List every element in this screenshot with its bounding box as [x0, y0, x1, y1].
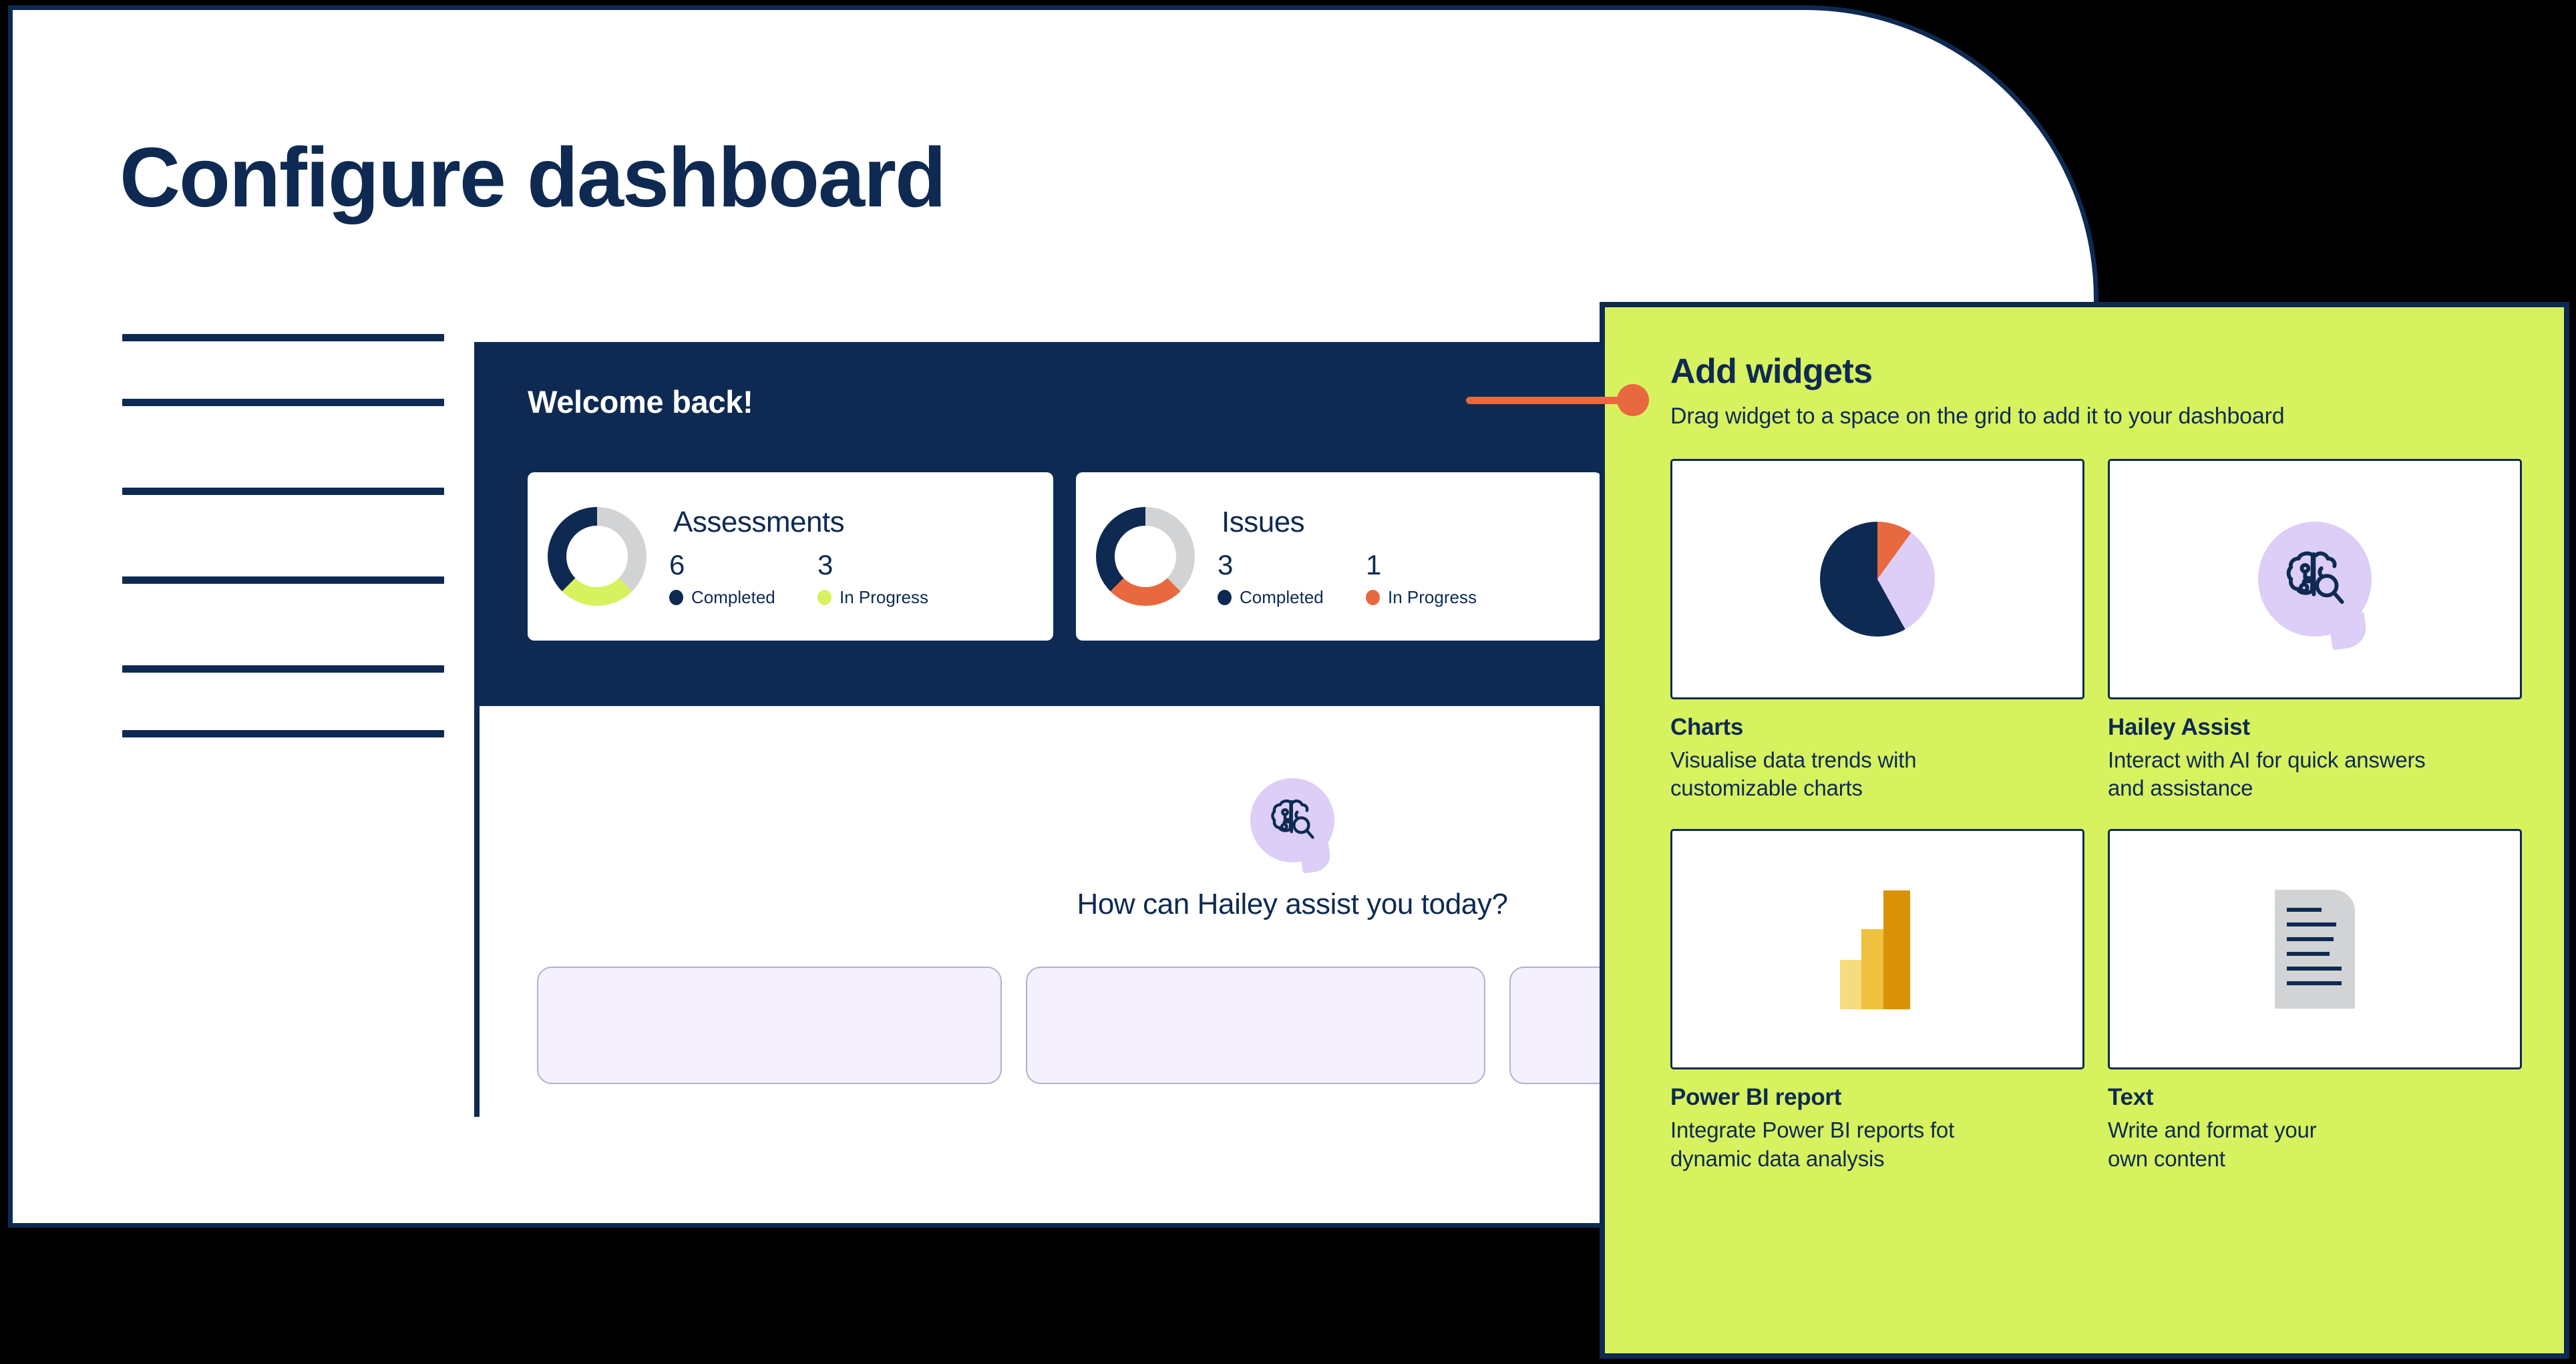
widget-description: Visualise data trends with customizable …: [1670, 747, 1917, 801]
metric-value: 3: [1218, 548, 1234, 580]
legend-dot-completed-icon: [669, 589, 683, 605]
screenshot-stage: Configure dashboard Welcome back! Assess…: [0, 0, 2576, 1364]
widget-card-charts[interactable]: Charts Visualise data trends with custom…: [1670, 459, 2084, 802]
widget-thumbnail: [1670, 459, 2084, 699]
brain-search-icon: [2258, 522, 2372, 637]
metric-completed: 6 Completed: [669, 548, 817, 608]
metric-label: In Progress: [1388, 586, 1477, 607]
pie-chart-icon: [1820, 522, 1935, 637]
widget-title: Power BI report: [1670, 1084, 1842, 1111]
metric-value: 1: [1366, 548, 1382, 580]
widget-title: Hailey Assist: [2108, 714, 2250, 740]
widget-thumbnail: [2108, 829, 2522, 1070]
callout-connector-line: [1466, 397, 1633, 404]
stat-card-title: Assessments: [673, 505, 845, 538]
metric-completed: 3 Completed: [1218, 548, 1366, 608]
sidebar-skeleton-line: [122, 488, 444, 495]
metric-label: Completed: [691, 586, 775, 607]
add-widgets-title: Add widgets: [1670, 352, 1873, 391]
sidebar-skeleton: [122, 334, 444, 737]
add-widgets-subtitle: Drag widget to a space on the grid to ad…: [1670, 403, 2285, 429]
assessments-donut-chart: [548, 507, 647, 606]
sidebar-skeleton-line: [122, 576, 444, 584]
document-lines-icon: [2275, 890, 2355, 1009]
widget-thumbnail: [2108, 459, 2522, 699]
legend-dot-in-progress-icon: [1366, 589, 1380, 605]
metric-value: 3: [817, 548, 834, 580]
power-bi-bars-icon: [1840, 889, 1915, 1010]
sidebar-skeleton-line: [122, 399, 444, 406]
stat-card-assessments[interactable]: Assessments 6 Completed 3 In Progress: [528, 472, 1053, 641]
suggestion-chip[interactable]: [1026, 967, 1485, 1084]
add-widgets-panel: Add widgets Drag widget to a space on th…: [1600, 302, 2569, 1359]
widget-description: Interact with AI for quick answers and a…: [2108, 747, 2426, 801]
widget-description: Integrate Power BI reports fot dynamic d…: [1670, 1118, 1955, 1171]
legend-dot-completed-icon: [1218, 589, 1232, 605]
welcome-title: Welcome back!: [528, 384, 753, 419]
metric-in-progress: 3 In Progress: [817, 548, 966, 608]
assist-question: How can Hailey assist you today?: [1077, 888, 1508, 920]
widget-grid: Charts Visualise data trends with custom…: [1670, 459, 2532, 1173]
widget-description: Write and format your own content: [2108, 1118, 2317, 1171]
metric-label: Completed: [1240, 586, 1324, 607]
stat-card-row: Assessments 6 Completed 3 In Progress Is…: [528, 472, 1602, 641]
widget-card-power-bi-report[interactable]: Power BI report Integrate Power BI repor…: [1670, 829, 2084, 1172]
stat-card-issues[interactable]: Issues 3 Completed 1 In Progress: [1076, 472, 1602, 641]
metric-value: 6: [669, 548, 685, 580]
sidebar-skeleton-line: [122, 730, 444, 737]
widget-thumbnail: [1670, 829, 2084, 1070]
sidebar-skeleton-line: [122, 334, 444, 341]
metric-label: In Progress: [840, 586, 928, 607]
page-title: Configure dashboard: [120, 130, 946, 224]
stat-card-title: Issues: [1222, 505, 1305, 538]
brain-search-icon: [1250, 778, 1334, 862]
sidebar-divider: [474, 342, 480, 1117]
sidebar-skeleton-line: [122, 665, 444, 673]
widget-title: Charts: [1670, 714, 1744, 740]
widget-title: Text: [2108, 1084, 2154, 1111]
metric-in-progress: 1 In Progress: [1366, 548, 1514, 608]
legend-dot-in-progress-icon: [817, 589, 832, 605]
widget-card-hailey-assist[interactable]: Hailey Assist Interact with AI for quick…: [2108, 459, 2522, 802]
widget-card-text[interactable]: Text Write and format your own content: [2108, 829, 2522, 1172]
suggestion-chip[interactable]: [537, 967, 1002, 1084]
connector-dot-icon: [1617, 384, 1649, 416]
issues-donut-chart: [1096, 507, 1195, 606]
